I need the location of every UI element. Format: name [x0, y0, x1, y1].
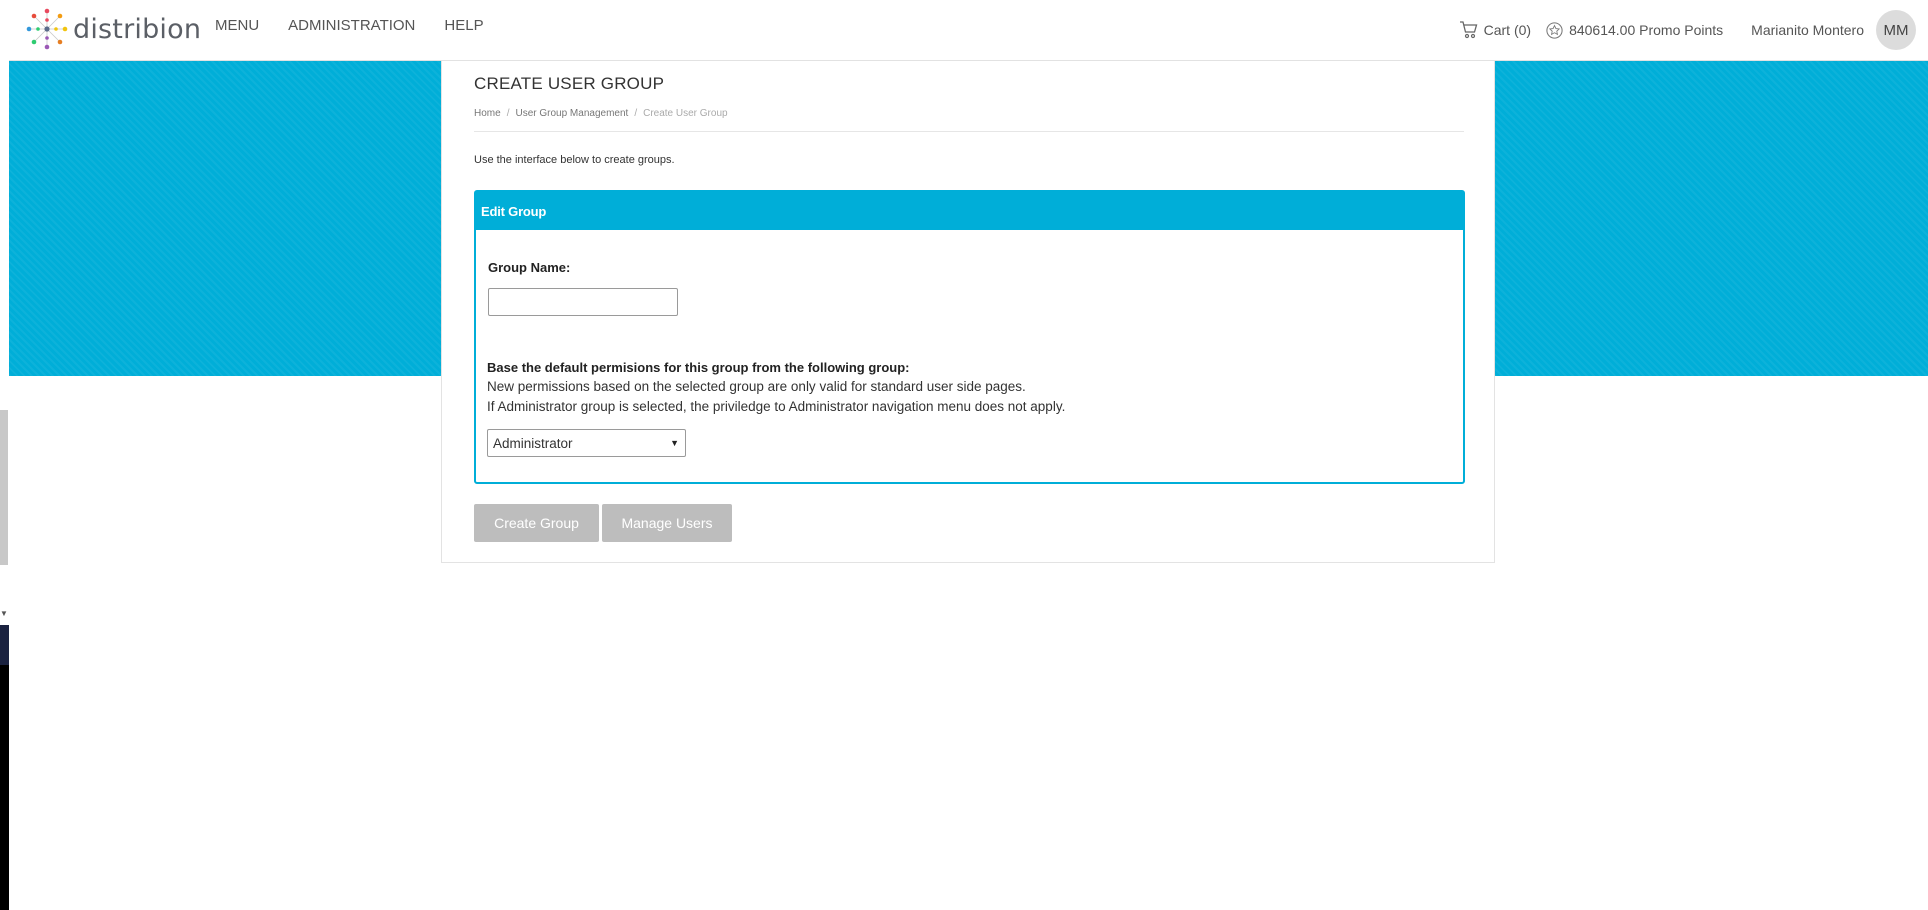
- cart-label: Cart (0): [1483, 22, 1532, 38]
- logo-text: distribion: [73, 13, 202, 45]
- nav-menu[interactable]: MENU: [215, 17, 259, 34]
- cart-link[interactable]: Cart (0): [1459, 20, 1531, 40]
- edit-group-panel: Edit Group Group Name: Base the default …: [474, 190, 1465, 484]
- breadcrumb-separator: /: [506, 108, 510, 119]
- breadcrumb-separator: /: [634, 108, 638, 119]
- breadcrumb-current: Create User Group: [643, 108, 728, 119]
- permissions-note-1: New permissions based on the selected gr…: [487, 379, 1026, 394]
- permissions-label: Base the default permisions for this gro…: [487, 360, 910, 375]
- main-nav: MENU ADMINISTRATION HELP: [215, 17, 484, 34]
- nav-help[interactable]: HELP: [444, 17, 483, 34]
- content-card: CREATE USER GROUP Home / User Group Mana…: [441, 61, 1495, 563]
- browser-scroll-strip: ▼: [0, 0, 9, 910]
- create-group-button[interactable]: Create Group: [474, 504, 599, 542]
- panel-heading: Edit Group: [476, 192, 1463, 230]
- cart-icon: [1459, 21, 1477, 39]
- distribion-logo[interactable]: distribion: [25, 7, 201, 51]
- top-navbar: distribion MENU ADMINISTRATION HELP Cart…: [9, 0, 1928, 61]
- taskbar-fragment: [0, 625, 9, 665]
- promo-points[interactable]: 840614.00 Promo Points: [1545, 21, 1723, 40]
- logo-mark-icon: [26, 8, 68, 50]
- breadcrumb-user-group-management[interactable]: User Group Management: [515, 108, 628, 119]
- manage-users-button[interactable]: Manage Users: [602, 504, 732, 542]
- nav-administration[interactable]: ADMINISTRATION: [288, 17, 415, 34]
- scrollbar-thumb[interactable]: [0, 410, 8, 565]
- base-group-selected-value: Administrator: [493, 435, 573, 451]
- star-badge-icon: [1546, 21, 1563, 39]
- scroll-down-arrow-icon[interactable]: ▼: [0, 610, 8, 618]
- avatar[interactable]: MM: [1876, 10, 1916, 50]
- points-label: 840614.00 Promo Points: [1569, 22, 1724, 38]
- breadcrumb-home[interactable]: Home: [474, 108, 501, 119]
- intro-text: Use the interface below to create groups…: [474, 154, 675, 166]
- group-name-label: Group Name:: [488, 260, 571, 275]
- page-title: CREATE USER GROUP: [474, 74, 665, 93]
- group-name-input[interactable]: [488, 288, 678, 316]
- base-group-select[interactable]: Administrator ▼: [487, 429, 686, 457]
- breadcrumb: Home / User Group Management / Create Us…: [474, 108, 728, 119]
- user-nav: Cart (0) 840614.00 Promo Points Marianit…: [1459, 0, 1928, 60]
- permissions-note-2: If Administrator group is selected, the …: [487, 399, 1066, 414]
- dropdown-caret-icon: ▼: [670, 438, 679, 448]
- title-divider: [474, 131, 1464, 132]
- user-name[interactable]: Marianito Montero: [1751, 22, 1864, 38]
